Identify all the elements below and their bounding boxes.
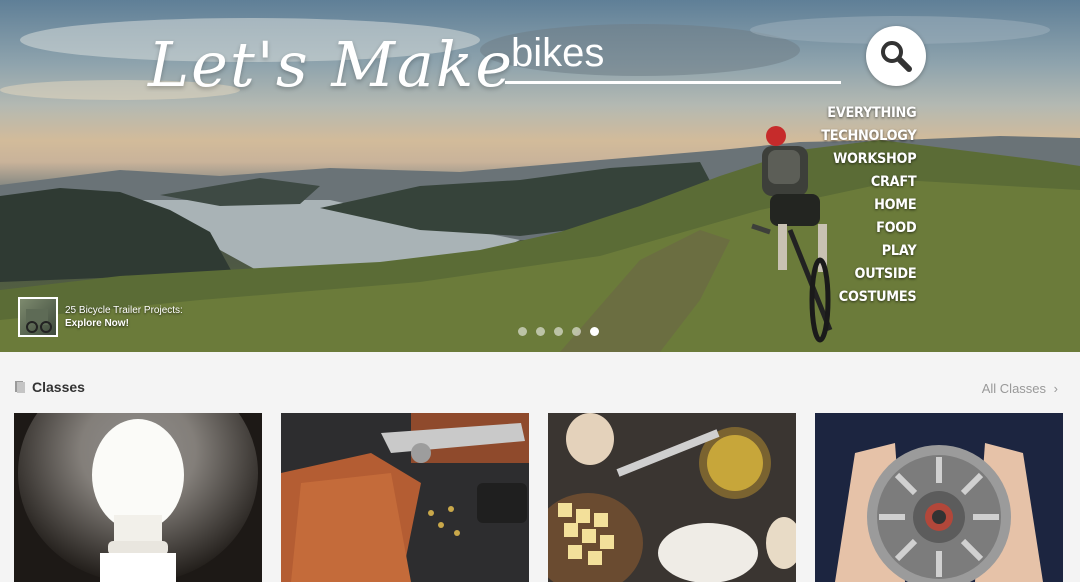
search-box xyxy=(505,28,841,84)
category-home[interactable]: HOME xyxy=(821,194,917,217)
category-food[interactable]: FOOD xyxy=(821,217,917,240)
leather-tools-image xyxy=(281,413,529,582)
slide-dot-3[interactable] xyxy=(554,327,563,336)
classes-header: Classes All Classes › xyxy=(0,372,1080,404)
category-play[interactable]: PLAY xyxy=(821,240,916,263)
search-icon xyxy=(881,41,912,72)
baking-ingredients-image xyxy=(548,413,796,582)
category-everything[interactable]: EVERYTHING xyxy=(821,102,916,125)
category-technology[interactable]: TECHNOLOGY xyxy=(821,125,916,148)
promo-cta[interactable]: Explore Now! xyxy=(65,317,183,330)
hero-title: Let's Make xyxy=(148,28,515,101)
search-button[interactable] xyxy=(866,26,926,86)
category-menu: EVERYTHING TECHNOLOGY WORKSHOP CRAFT HOM… xyxy=(813,102,916,309)
light-bulb-image xyxy=(14,413,262,582)
promo-thumbnail xyxy=(18,297,58,337)
class-card-motor[interactable] xyxy=(815,413,1063,582)
search-input[interactable] xyxy=(505,28,841,78)
all-classes-label: All Classes xyxy=(981,381,1047,396)
slide-dot-1[interactable] xyxy=(518,327,527,336)
hero-banner: Let's Make EVERYTHING TECHNOLOGY WORKSHO… xyxy=(0,0,1080,352)
slide-dot-2[interactable] xyxy=(536,327,545,336)
category-costumes[interactable]: COSTUMES xyxy=(821,286,916,309)
book-icon xyxy=(15,381,25,393)
slide-dot-4[interactable] xyxy=(572,327,581,336)
all-classes-link[interactable]: All Classes › xyxy=(982,381,1058,396)
slide-indicator xyxy=(518,327,599,336)
class-card-light-bulb[interactable] xyxy=(14,413,262,582)
promo-title: 25 Bicycle Trailer Projects: xyxy=(65,305,183,316)
category-craft[interactable]: CRAFT xyxy=(821,171,916,194)
class-card-leather[interactable] xyxy=(281,413,529,582)
electric-motor-image xyxy=(815,413,1063,582)
category-workshop[interactable]: WORKSHOP xyxy=(821,148,917,171)
chevron-right-icon: › xyxy=(1053,381,1058,396)
slide-dot-5[interactable] xyxy=(590,327,599,336)
category-outside[interactable]: OUTSIDE xyxy=(821,263,916,286)
featured-promo[interactable]: 25 Bicycle Trailer Projects: Explore Now… xyxy=(18,297,183,337)
class-card-baking[interactable] xyxy=(548,413,796,582)
classes-title: Classes xyxy=(32,379,85,395)
